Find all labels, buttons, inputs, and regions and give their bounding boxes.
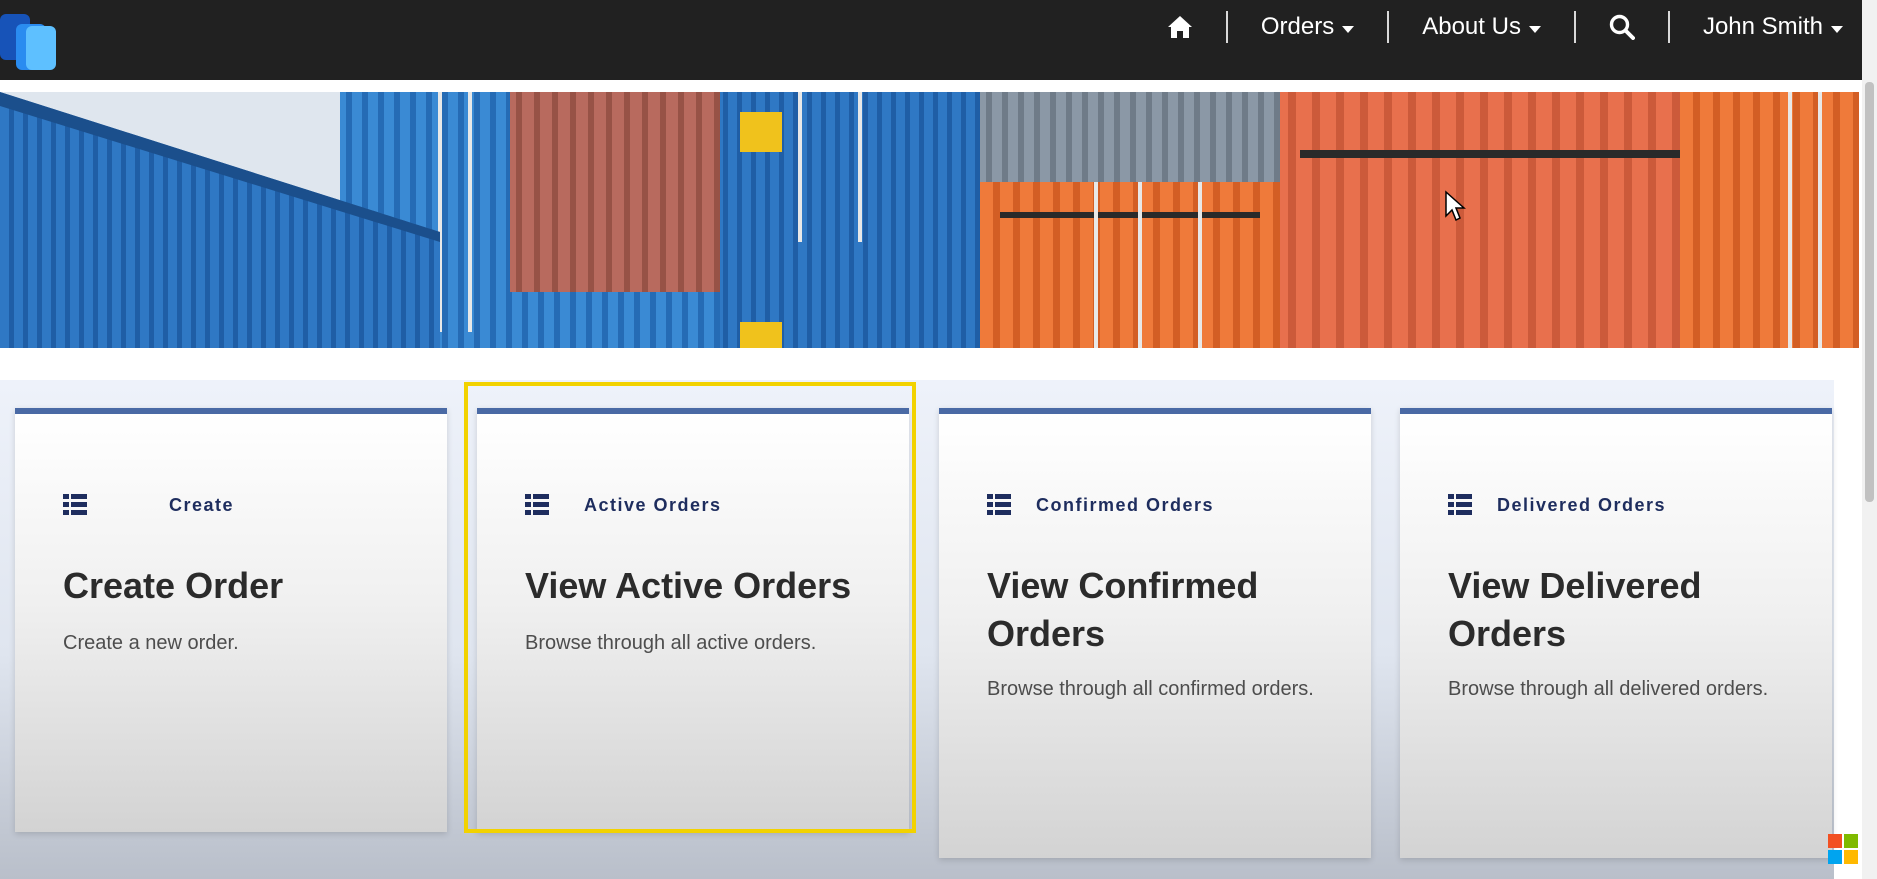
vertical-scrollbar[interactable]	[1862, 0, 1877, 879]
card-category: Delivered Orders	[1497, 494, 1667, 515]
card-description: Browse through all confirmed orders.	[987, 678, 1314, 700]
card-label-row: Delivered Orders	[1448, 494, 1666, 516]
scrollbar-thumb[interactable]	[1865, 82, 1874, 502]
shipping-containers-image	[0, 92, 1859, 348]
hero-banner	[0, 92, 1859, 348]
create-order-card[interactable]: Create Create Order Create a new order.	[15, 408, 447, 832]
home-nav-item[interactable]	[1134, 15, 1226, 39]
card-title: View Confirmed Orders	[987, 565, 1259, 654]
card-label-row: Active Orders	[525, 494, 722, 516]
list-icon	[987, 494, 1011, 515]
search-icon	[1609, 14, 1635, 40]
active-orders-card[interactable]: Active Orders View Active Orders Browse …	[477, 408, 909, 832]
card-description: Browse through all active orders.	[525, 632, 817, 654]
home-icon	[1167, 16, 1192, 38]
about-us-menu[interactable]: About Us	[1389, 13, 1574, 41]
card-label-row: Create	[63, 494, 234, 516]
card-category: Active Orders	[584, 494, 722, 515]
orders-menu[interactable]: Orders	[1228, 13, 1387, 41]
card-description: Browse through all delivered orders.	[1448, 678, 1769, 700]
microsoft-logo-icon	[1828, 834, 1858, 864]
card-title: View Active Orders	[525, 565, 852, 606]
delivered-orders-card[interactable]: Delivered Orders View Delivered Orders B…	[1400, 408, 1832, 858]
card-label-row: Confirmed Orders	[987, 494, 1214, 516]
card-description: Create a new order.	[63, 632, 239, 654]
user-name: John Smith	[1702, 13, 1823, 40]
user-menu[interactable]: John Smith	[1670, 13, 1843, 41]
confirmed-orders-card[interactable]: Confirmed Orders View Confirmed Orders B…	[939, 408, 1371, 858]
list-icon	[63, 494, 87, 515]
list-icon	[525, 494, 549, 515]
chevron-down-icon	[1528, 25, 1541, 33]
search-button[interactable]	[1576, 14, 1668, 40]
top-navbar: Orders About Us John Smith	[0, 0, 1877, 80]
card-category: Confirmed Orders	[1036, 494, 1215, 515]
about-us-menu-label: About Us	[1422, 13, 1521, 40]
list-icon	[1448, 494, 1472, 515]
chevron-down-icon	[1342, 25, 1355, 33]
app-logo-icon[interactable]	[0, 10, 62, 70]
card-category: Create	[169, 494, 235, 515]
orders-menu-label: Orders	[1260, 13, 1335, 40]
chevron-down-icon	[1831, 25, 1843, 33]
nav-menu: Orders About Us John Smith	[1134, 0, 1843, 54]
card-title: View Delivered Orders	[1448, 565, 1702, 654]
card-title: Create Order	[63, 565, 284, 606]
mouse-cursor-icon	[1445, 190, 1466, 222]
